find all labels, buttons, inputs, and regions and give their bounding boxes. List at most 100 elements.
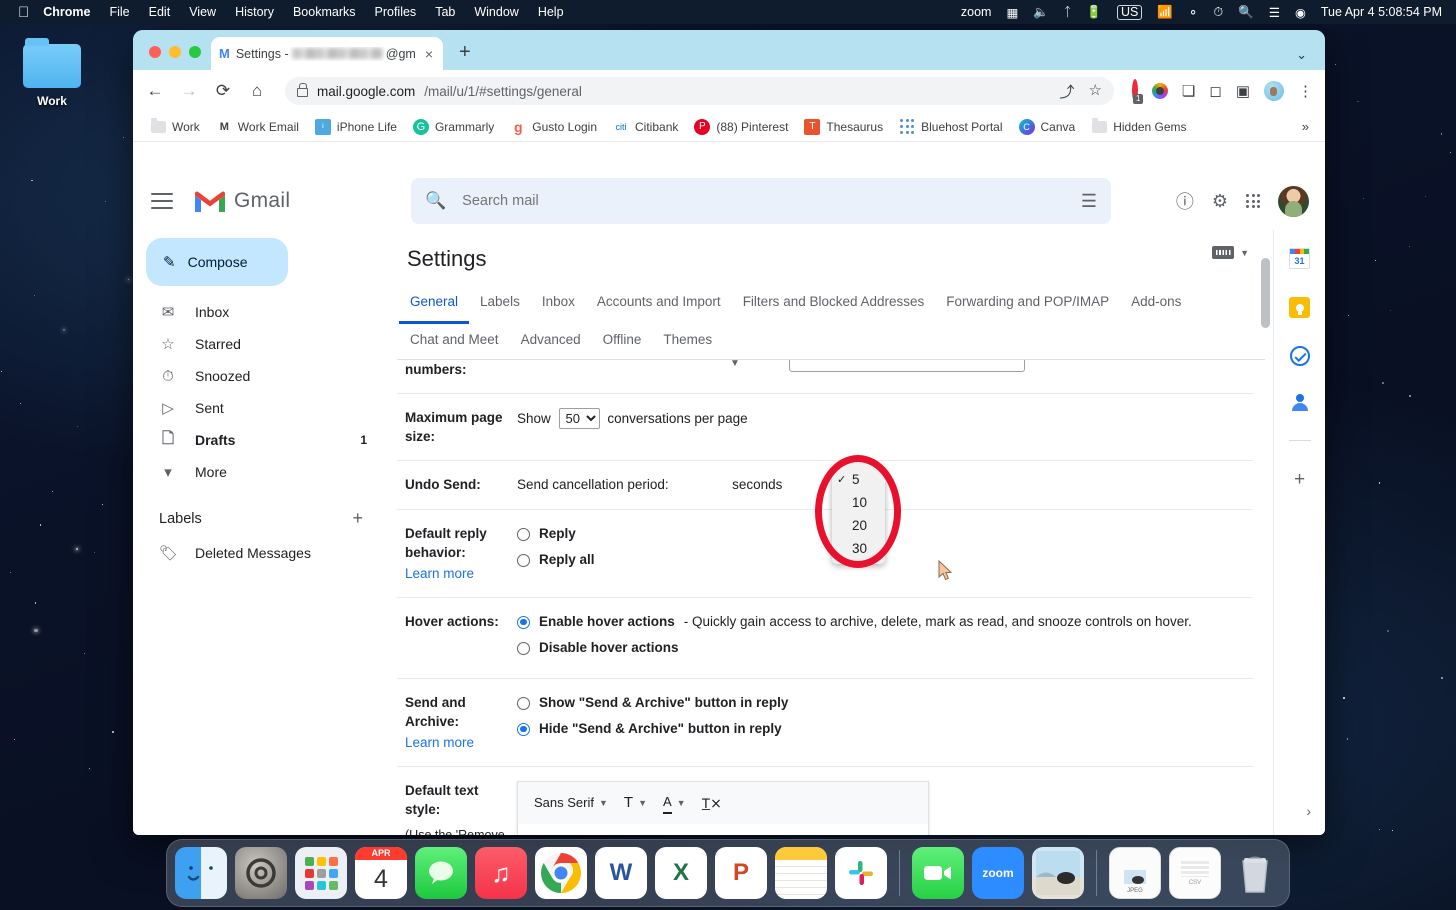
gear-icon[interactable]: ⚙ [1212,191,1228,212]
control-center-icon[interactable]: ☰ [1269,5,1280,20]
bookmarks-overflow-icon[interactable]: » [1302,119,1315,134]
dock-excel-icon[interactable]: X [655,847,707,899]
forward-icon[interactable]: → [179,81,199,101]
display-density-control[interactable]: ▼ [1212,246,1249,259]
sidebar-item-deleted-messages[interactable]: 🏷 Deleted Messages [133,537,381,569]
menu-help[interactable]: Help [538,5,564,19]
chrome-menu-icon[interactable]: ⋮ [1298,82,1313,100]
sidebar-item-starred[interactable]: ☆ Starred [133,328,381,360]
radio-option-show-send-archive[interactable]: Show "Send & Archive" button in reply [517,693,1253,713]
back-icon[interactable]: ← [145,81,165,101]
sidebar-item-more[interactable]: ▾ More [133,456,381,488]
time-machine-icon[interactable]: ⏱ [1213,5,1223,20]
text-color-dropdown[interactable]: A ▼ [657,790,692,816]
tab-chat-and-meet[interactable]: Chat and Meet [399,324,510,359]
main-menu-icon[interactable] [151,193,173,209]
menu-bookmarks[interactable]: Bookmarks [293,5,356,19]
settings-scrollbar[interactable] [1261,258,1270,328]
siri-icon[interactable]: ◉ [1295,5,1306,20]
dock-messages-icon[interactable] [415,847,467,899]
default-reply-learn-more-link[interactable]: Learn more [405,564,517,583]
bookmark-thesaurus[interactable]: T Thesaurus [797,116,890,138]
dock-word-icon[interactable]: W [595,847,647,899]
menubar-clock[interactable]: Tue Apr 4 5:08:54 PM [1321,5,1442,19]
spotlight-search-icon[interactable]: 🔍 [1238,5,1254,20]
tab-forwarding-and-pop-imap[interactable]: Forwarding and POP/IMAP [935,286,1120,324]
side-panel-icon[interactable]: ▣ [1236,82,1250,100]
reload-icon[interactable]: ⟳ [213,81,233,101]
dock-music-icon[interactable]: ♫ [475,847,527,899]
cast-icon[interactable]: ◻ [1209,82,1221,100]
dock-csv-file-icon[interactable]: CSV [1169,847,1221,899]
browser-tab-settings[interactable]: M Settings - @gm × [211,37,443,70]
radio-option-disable-hover-actions[interactable]: Disable hover actions [517,638,1253,658]
send-archive-learn-more-link[interactable]: Learn more [405,733,517,752]
max-page-size-select[interactable]: 50 [558,408,600,429]
menu-view[interactable]: View [189,5,216,19]
close-icon[interactable]: × [423,46,435,62]
dock-system-settings-icon[interactable] [235,847,287,899]
bookmark-gusto-login[interactable]: g Gusto Login [503,116,604,138]
menu-file[interactable]: File [109,5,129,19]
radio-option-reply[interactable]: Reply [517,524,1253,544]
input-source-us[interactable]: US [1116,4,1143,20]
dock-photos-icon[interactable] [1032,847,1084,899]
tab-general[interactable]: General [399,286,470,324]
maximize-window-button[interactable] [189,46,201,58]
tasks-icon[interactable] [1289,346,1310,366]
close-window-button[interactable] [149,46,161,58]
tab-add-ons[interactable]: Add-ons [1120,286,1192,324]
sidebar-item-snoozed[interactable]: ⏱ Snoozed [133,360,381,392]
radio-option-enable-hover-actions[interactable]: Enable hover actions - Quickly gain acce… [517,612,1253,632]
expand-side-panel-icon[interactable]: › [1306,803,1311,819]
add-app-icon[interactable]: + [1294,469,1305,491]
sidebar-item-drafts[interactable]: 🗋 Drafts 1 [133,424,381,456]
menu-window[interactable]: Window [474,5,518,19]
tab-filters-and-blocked-addresses[interactable]: Filters and Blocked Addresses [732,286,936,324]
add-label-icon[interactable]: + [352,508,363,529]
calendar-icon[interactable]: 31 [1289,248,1310,269]
menu-tab[interactable]: Tab [435,5,455,19]
sidebar-item-sent[interactable]: ▷ Sent [133,392,381,424]
new-tab-button[interactable]: + [459,41,471,64]
font-family-dropdown[interactable]: Sans Serif ▼ [528,791,614,815]
tab-inbox[interactable]: Inbox [531,286,586,324]
bookmark-iphone-life[interactable]: i iPhone Life [308,116,404,138]
chevron-down-icon[interactable]: ⌄ [1296,47,1307,63]
contacts-icon[interactable] [1291,394,1309,412]
colorful-extension-icon[interactable] [1151,83,1168,99]
radio-option-hide-send-archive[interactable]: Hide "Send & Archive" button in reply [517,719,1253,739]
bookmark-grammarly[interactable]: G Grammarly [406,116,501,138]
bookmark-work[interactable]: Work [143,116,207,138]
chrome-profile-avatar[interactable] [1264,81,1284,101]
sidebar-item-inbox[interactable]: ✉ Inbox [133,296,381,328]
bookmark-canva[interactable]: C Canva [1012,116,1083,138]
search-options-icon[interactable]: ☰ [1081,191,1097,212]
extension-icon-badged[interactable]: 1 [1131,79,1143,104]
settings-scroll-area[interactable]: numbers: ▼ Maximum page size: Show 50 co… [389,360,1273,835]
menu-profiles[interactable]: Profiles [375,5,417,19]
dock-notes-icon[interactable] [775,847,827,899]
share-icon[interactable]: ⤴ [1059,81,1074,102]
search-bar[interactable]: 🔍 ☰ [411,178,1111,224]
bookmark-star-icon[interactable]: ☆ [1088,81,1101,102]
compose-button[interactable]: ✎ Compose [146,238,288,286]
wifi-icon[interactable]: 📶 [1157,5,1173,20]
undo-send-dropdown-menu[interactable]: ✓ 5 10 20 30 [832,464,885,564]
gmail-logo[interactable]: Gmail [193,189,353,214]
help-icon[interactable]: ⓘ [1176,188,1194,214]
font-size-dropdown[interactable]: T ▼ [618,791,653,815]
dock-zoom-icon[interactable]: zoom [972,847,1024,899]
tab-advanced[interactable]: Advanced [510,324,592,359]
remove-formatting-button[interactable]: T̲⨯ [696,791,728,815]
apple-logo-icon[interactable]:  [18,5,29,20]
dropdown-option-20[interactable]: 20 [832,514,885,537]
tab-labels[interactable]: Labels [469,286,531,324]
bookmark-citibank[interactable]: citi Citibank [606,116,685,138]
dock-slack-icon[interactable] [835,847,887,899]
dock-powerpoint-icon[interactable]: P [715,847,767,899]
bookmark-work-email[interactable]: M Work Email [209,116,306,138]
dock-jpeg-file-icon[interactable]: JPEG [1109,847,1161,899]
desktop-folder-work[interactable]: Work [22,38,82,108]
tab-offline[interactable]: Offline [592,324,653,359]
